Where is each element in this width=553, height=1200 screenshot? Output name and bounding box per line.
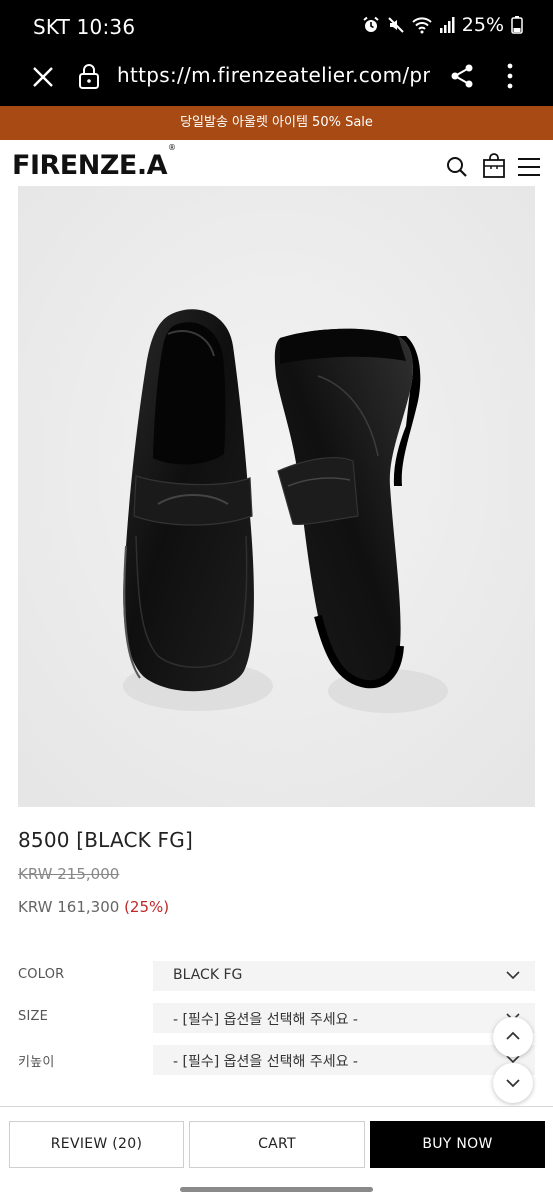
buy-now-button[interactable]: BUY NOW bbox=[370, 1121, 545, 1168]
option-value: - [필수] 옵션을 선택해 주세요 - bbox=[173, 1054, 358, 1070]
bottom-action-bar: REVIEW (20) CART BUY NOW bbox=[0, 1106, 553, 1200]
search-icon[interactable] bbox=[445, 155, 469, 179]
browser-url-bar: https://m.firenzeatelier.com/product bbox=[0, 52, 553, 106]
shopping-bag-icon[interactable] bbox=[482, 153, 506, 179]
status-time: SKT 10:36 bbox=[33, 15, 136, 39]
option-label: COLOR bbox=[18, 967, 65, 982]
lock-icon[interactable] bbox=[77, 62, 101, 90]
original-price: KRW 215,000 bbox=[18, 865, 120, 883]
scroll-top-button[interactable] bbox=[493, 1017, 533, 1057]
size-select[interactable]: - [필수] 옵션을 선택해 주세요 - bbox=[153, 1003, 535, 1033]
mute-icon bbox=[387, 16, 405, 34]
battery-icon bbox=[511, 16, 523, 34]
logo-text: FIRENZE.A bbox=[12, 150, 168, 181]
alarm-icon bbox=[362, 16, 380, 34]
site-header: FIRENZE.A® bbox=[0, 140, 553, 190]
chevron-down-icon bbox=[506, 1079, 520, 1088]
product-name: 8500 [BLACK FG] bbox=[18, 828, 193, 852]
status-bar: SKT 10:36 25% bbox=[0, 0, 553, 52]
sale-price-line: KRW 161,300 (25%) bbox=[18, 898, 169, 916]
close-icon[interactable] bbox=[30, 64, 56, 90]
sale-price: KRW 161,300 bbox=[18, 898, 120, 916]
review-button[interactable]: REVIEW (20) bbox=[9, 1121, 184, 1168]
home-indicator[interactable] bbox=[180, 1187, 373, 1192]
option-row-color: COLOR BLACK FG bbox=[0, 961, 553, 991]
battery-percent: 25% bbox=[461, 14, 504, 36]
site-logo[interactable]: FIRENZE.A® bbox=[12, 143, 176, 181]
option-value: - [필수] 옵션을 선택해 주세요 - bbox=[173, 1012, 358, 1028]
chevron-up-icon bbox=[506, 1031, 520, 1040]
promo-banner[interactable]: 당일발송 아울렛 아이템 50% Sale bbox=[0, 106, 553, 140]
signal-icon bbox=[439, 16, 455, 34]
share-icon[interactable] bbox=[449, 62, 475, 90]
more-vert-icon[interactable] bbox=[497, 61, 523, 91]
color-select[interactable]: BLACK FG bbox=[153, 961, 535, 991]
registered-mark: ® bbox=[168, 143, 176, 152]
scroll-bottom-button[interactable] bbox=[493, 1063, 533, 1103]
height-select[interactable]: - [필수] 옵션을 선택해 주세요 - bbox=[153, 1045, 535, 1075]
option-value: BLACK FG bbox=[173, 967, 243, 983]
hamburger-menu-icon[interactable] bbox=[517, 156, 541, 178]
cart-button[interactable]: CART bbox=[189, 1121, 365, 1168]
discount-rate: (25%) bbox=[124, 898, 170, 916]
option-row-height: 키높이 - [필수] 옵션을 선택해 주세요 - bbox=[0, 1045, 553, 1075]
url-address[interactable]: https://m.firenzeatelier.com/product bbox=[117, 63, 430, 87]
option-row-size: SIZE - [필수] 옵션을 선택해 주세요 - bbox=[0, 1003, 553, 1033]
chevron-down-icon bbox=[506, 971, 520, 980]
option-label: SIZE bbox=[18, 1009, 49, 1024]
product-image[interactable] bbox=[18, 186, 535, 807]
option-label: 키높이 bbox=[18, 1055, 55, 1070]
status-icons: 25% bbox=[362, 14, 523, 36]
wifi-icon bbox=[412, 16, 432, 34]
